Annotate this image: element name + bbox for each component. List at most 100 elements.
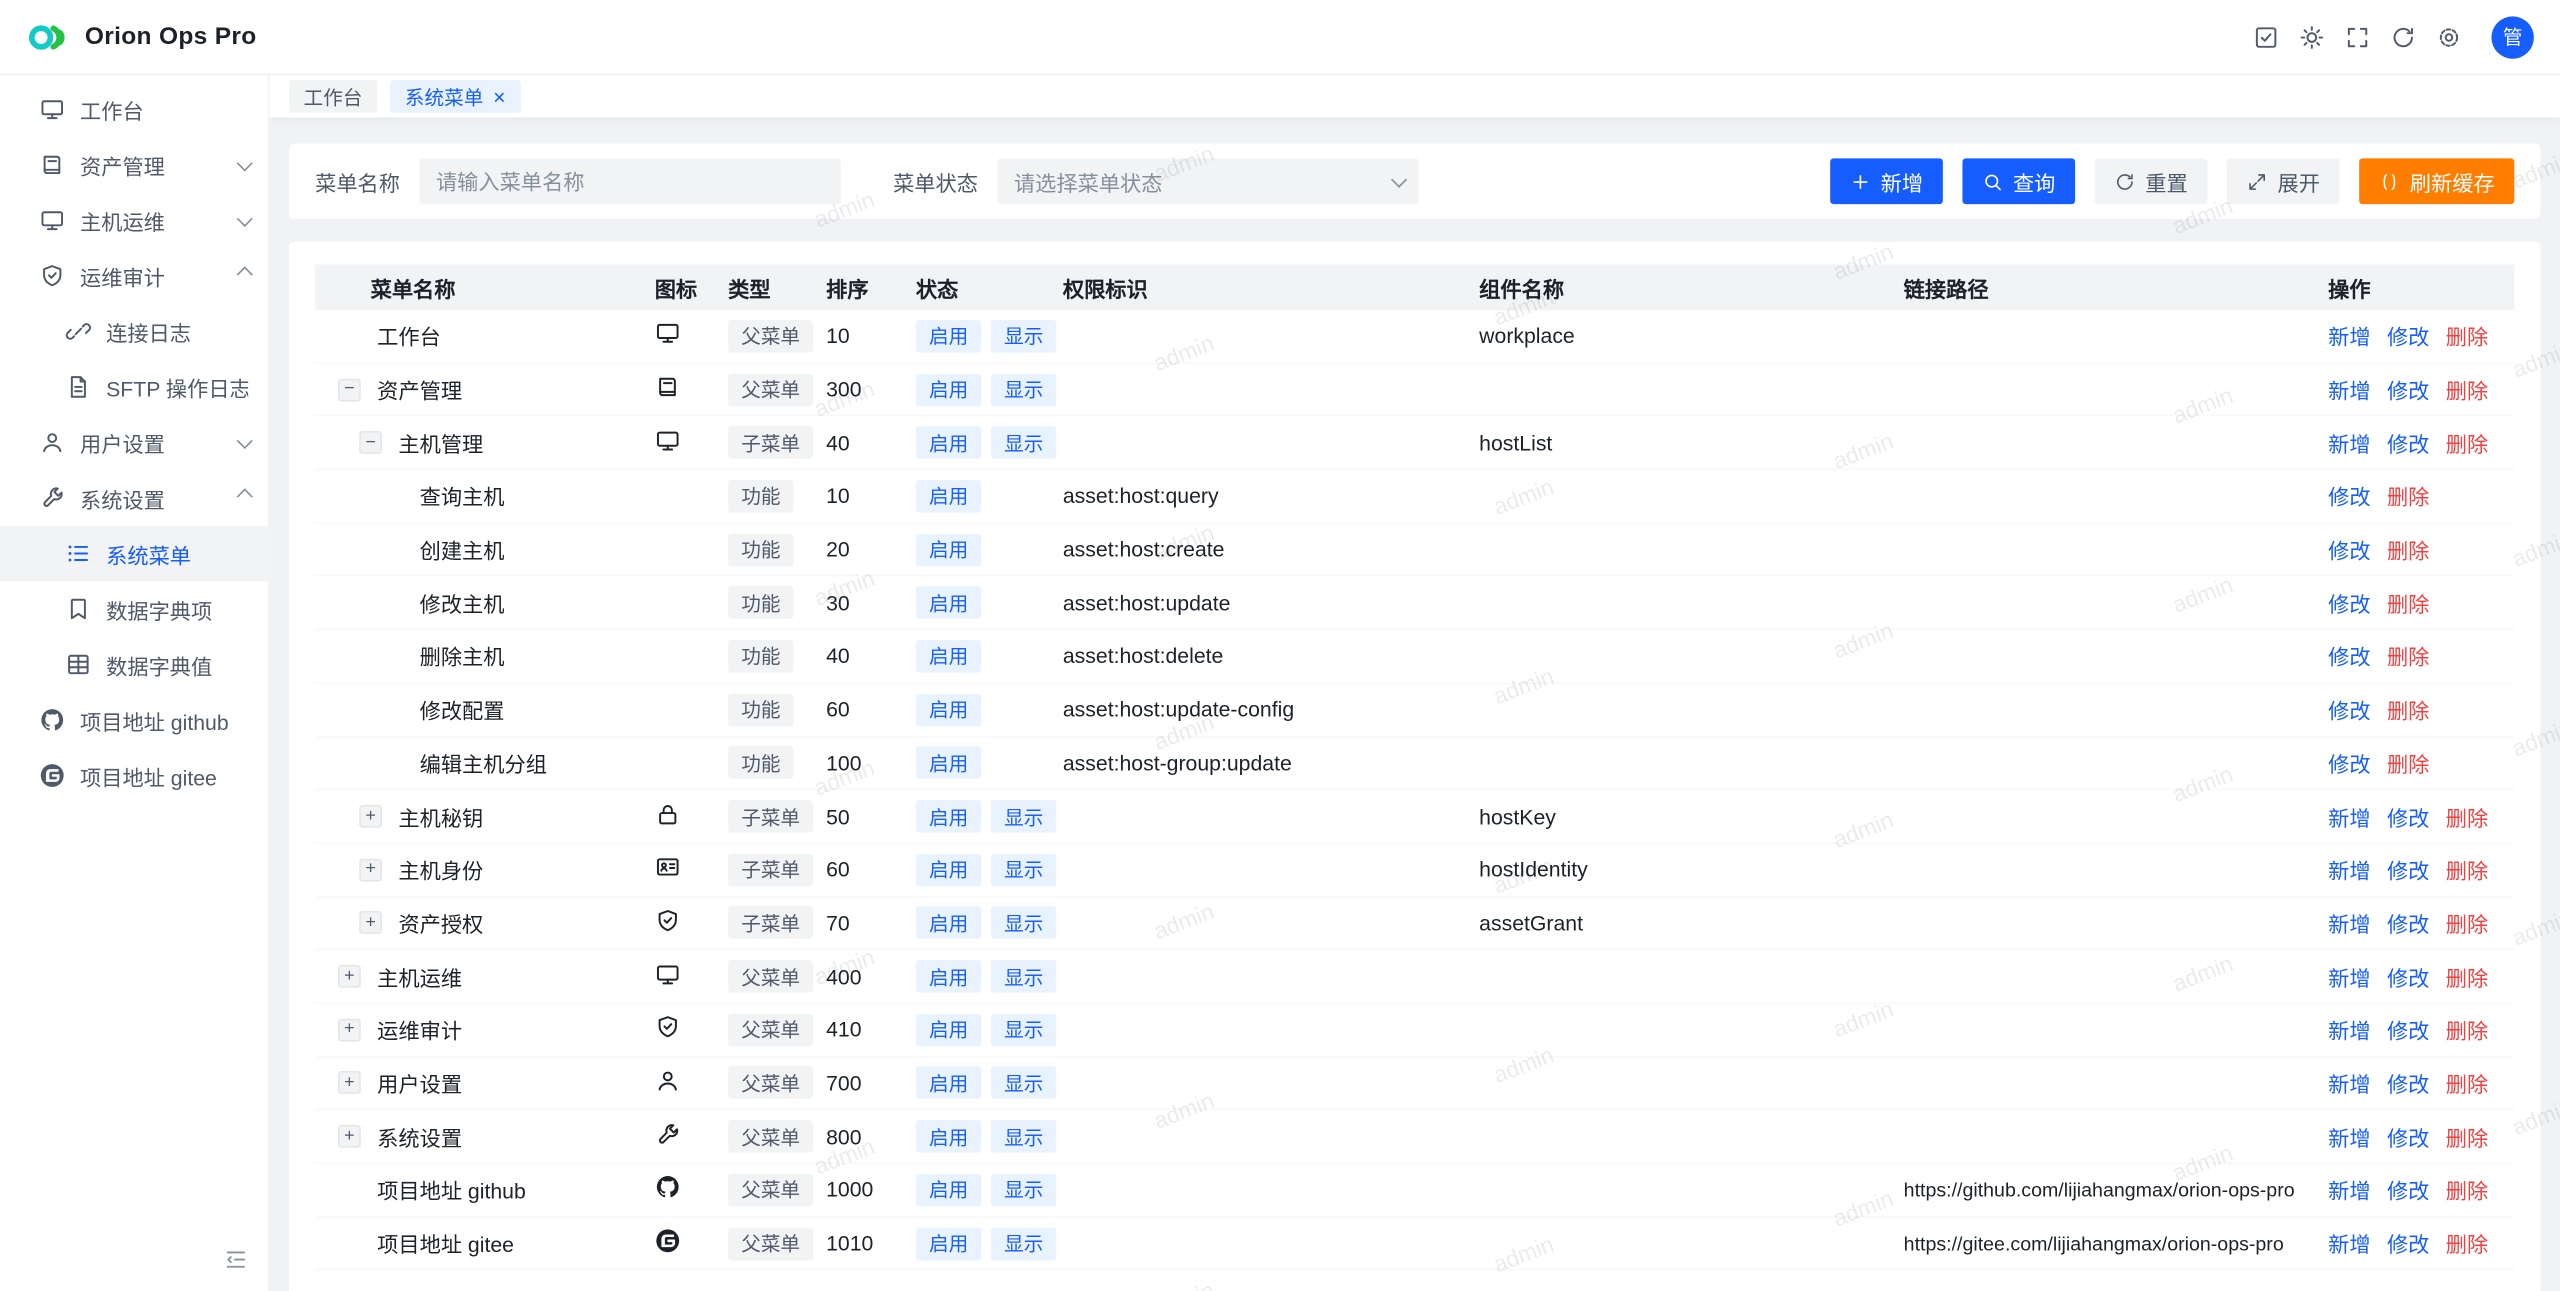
menu-status-select[interactable]: 请选择菜单状态 — [998, 158, 1419, 204]
sidebar-item[interactable]: 项目地址 github — [0, 692, 268, 748]
expand-toggle[interactable]: + — [338, 965, 361, 988]
row-delete-link[interactable]: 删除 — [2446, 1228, 2488, 1259]
expand-toggle[interactable]: + — [338, 1072, 361, 1095]
refresh-icon[interactable] — [2380, 14, 2426, 60]
row-add-link[interactable]: 新增 — [2328, 374, 2370, 405]
row-delete-link[interactable]: 删除 — [2446, 801, 2488, 832]
sort-value: 10 — [826, 484, 916, 508]
sidebar: 工作台 资产管理 主机运维 运维审计 连接日志 SFTP 操作日志 用户设置 系… — [0, 75, 269, 1291]
search-button[interactable]: 查询 — [1962, 158, 2075, 204]
row-edit-link[interactable]: 修改 — [2387, 1068, 2429, 1099]
close-icon[interactable]: × — [493, 86, 505, 107]
row-edit-link[interactable]: 修改 — [2387, 1228, 2429, 1259]
sidebar-item[interactable]: 用户设置 — [0, 415, 268, 471]
row-edit-link[interactable]: 修改 — [2328, 694, 2370, 725]
add-button[interactable]: 新增 — [1830, 158, 1943, 204]
menu-name-input[interactable] — [420, 158, 841, 204]
row-edit-link[interactable]: 修改 — [2387, 427, 2429, 458]
row-add-link[interactable]: 新增 — [2328, 1014, 2370, 1045]
expand-toggle[interactable]: + — [338, 1018, 361, 1041]
sidebar-item-label: 系统菜单 — [106, 538, 248, 569]
row-edit-link[interactable]: 修改 — [2387, 961, 2429, 992]
tab[interactable]: 系统菜单 × — [390, 80, 520, 113]
row-delete-link[interactable]: 删除 — [2446, 1068, 2488, 1099]
fullscreen-icon[interactable] — [2335, 14, 2381, 60]
sidebar-item[interactable]: 系统菜单 — [0, 526, 268, 582]
row-add-link[interactable]: 新增 — [2328, 1068, 2370, 1099]
row-edit-link[interactable]: 修改 — [2328, 534, 2370, 565]
row-delete-link[interactable]: 删除 — [2387, 534, 2429, 565]
row-edit-link[interactable]: 修改 — [2387, 801, 2429, 832]
button-label: 展开 — [2277, 166, 2319, 197]
row-add-link[interactable]: 新增 — [2328, 427, 2370, 458]
row-add-link[interactable]: 新增 — [2328, 908, 2370, 939]
row-delete-link[interactable]: 删除 — [2387, 641, 2429, 672]
expand-toggle[interactable]: + — [338, 1125, 361, 1148]
row-edit-link[interactable]: 修改 — [2387, 854, 2429, 885]
row-delete-link[interactable]: 删除 — [2387, 587, 2429, 618]
row-edit-link[interactable]: 修改 — [2328, 747, 2370, 778]
expand-button[interactable]: 展开 — [2227, 158, 2340, 204]
row-edit-link[interactable]: 修改 — [2387, 374, 2429, 405]
row-add-link[interactable]: 新增 — [2328, 321, 2370, 352]
row-add-link[interactable]: 新增 — [2328, 854, 2370, 885]
row-edit-link[interactable]: 修改 — [2387, 1174, 2429, 1205]
app-title: Orion Ops Pro — [85, 23, 257, 51]
sort-value: 300 — [826, 377, 916, 401]
tab[interactable]: 工作台 — [289, 80, 377, 113]
row-delete-link[interactable]: 删除 — [2446, 427, 2488, 458]
check-square-icon[interactable] — [2243, 14, 2289, 60]
status-tag: 启用 — [916, 640, 981, 673]
row-delete-link[interactable]: 删除 — [2446, 1014, 2488, 1045]
type-tag: 功能 — [728, 587, 793, 620]
sidebar-item[interactable]: 系统设置 — [0, 470, 268, 526]
row-add-link[interactable]: 新增 — [2328, 1121, 2370, 1152]
expand-toggle[interactable]: − — [359, 431, 382, 454]
user-avatar[interactable]: 管 — [2491, 16, 2533, 58]
row-delete-link[interactable]: 删除 — [2387, 481, 2429, 512]
row-delete-link[interactable]: 删除 — [2446, 1121, 2488, 1152]
sidebar-item[interactable]: 运维审计 — [0, 248, 268, 304]
expand-toggle[interactable]: + — [359, 805, 382, 828]
sidebar-item-label: 主机运维 — [80, 205, 222, 236]
sidebar-collapse-icon[interactable] — [224, 1247, 253, 1276]
reset-button[interactable]: 重置 — [2095, 158, 2208, 204]
brand[interactable]: Orion Ops Pro — [26, 19, 256, 55]
sidebar-item[interactable]: 资产管理 — [0, 137, 268, 193]
row-delete-link[interactable]: 删除 — [2446, 1174, 2488, 1205]
row-edit-link[interactable]: 修改 — [2387, 321, 2429, 352]
row-edit-link[interactable]: 修改 — [2387, 1014, 2429, 1045]
row-edit-link[interactable]: 修改 — [2387, 908, 2429, 939]
expand-toggle[interactable]: + — [359, 912, 382, 935]
row-add-link[interactable]: 新增 — [2328, 1228, 2370, 1259]
row-add-link[interactable]: 新增 — [2328, 961, 2370, 992]
row-add-link[interactable]: 新增 — [2328, 801, 2370, 832]
row-actions: 新增修改删除 — [2328, 1228, 2514, 1259]
sun-icon[interactable] — [2289, 14, 2335, 60]
sidebar-item[interactable]: 工作台 — [0, 82, 268, 138]
row-delete-link[interactable]: 删除 — [2446, 961, 2488, 992]
row-add-link[interactable]: 新增 — [2328, 1174, 2370, 1205]
row-delete-link[interactable]: 删除 — [2387, 747, 2429, 778]
row-delete-link[interactable]: 删除 — [2446, 374, 2488, 405]
sidebar-item[interactable]: 主机运维 — [0, 193, 268, 249]
sidebar-item[interactable]: SFTP 操作日志 — [0, 359, 268, 415]
sidebar-item[interactable]: 数据字典项 — [0, 581, 268, 637]
sidebar-item[interactable]: 连接日志 — [0, 304, 268, 360]
row-delete-link[interactable]: 删除 — [2387, 694, 2429, 725]
expand-toggle[interactable]: + — [359, 858, 382, 881]
gear-icon[interactable] — [2426, 14, 2472, 60]
sidebar-item[interactable]: 项目地址 gitee — [0, 748, 268, 804]
status-tag: 启用 — [916, 1227, 981, 1260]
sidebar-item[interactable]: 数据字典值 — [0, 637, 268, 693]
row-edit-link[interactable]: 修改 — [2328, 641, 2370, 672]
row-delete-link[interactable]: 删除 — [2446, 854, 2488, 885]
row-edit-link[interactable]: 修改 — [2387, 1121, 2429, 1152]
row-delete-link[interactable]: 删除 — [2446, 321, 2488, 352]
sidebar-item-label: 工作台 — [80, 94, 248, 125]
row-edit-link[interactable]: 修改 — [2328, 481, 2370, 512]
refresh-cache-button[interactable]: 刷新缓存 — [2359, 158, 2514, 204]
row-edit-link[interactable]: 修改 — [2328, 587, 2370, 618]
expand-toggle[interactable]: − — [338, 378, 361, 401]
row-delete-link[interactable]: 删除 — [2446, 908, 2488, 939]
